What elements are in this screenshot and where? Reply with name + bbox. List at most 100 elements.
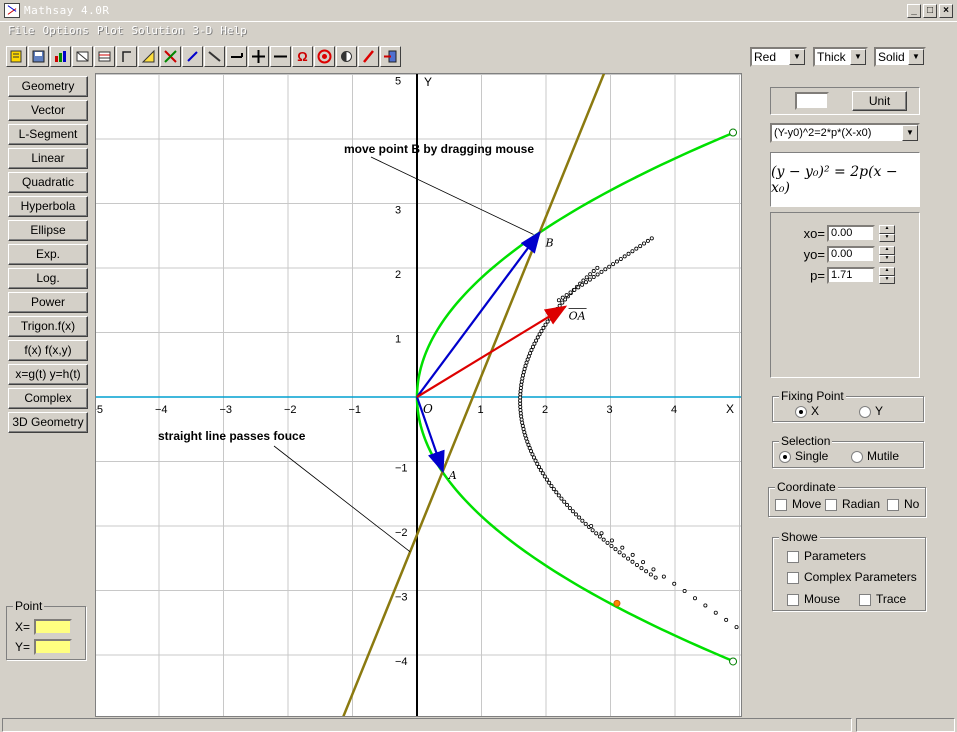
- geometry-button[interactable]: Geometry: [8, 76, 88, 97]
- minimize-button[interactable]: _: [907, 4, 921, 18]
- menu-solution[interactable]: Solution: [129, 22, 190, 40]
- plus-icon[interactable]: [248, 45, 269, 67]
- table-icon[interactable]: [94, 45, 115, 67]
- color-select-value: Red: [754, 50, 777, 64]
- plot-canvas[interactable]: −5 −4 −3 −2 −1 1 2 3 4 5 3 2 1 −1 −2 −3 −4 X Y O B A OA move po…: [95, 73, 742, 717]
- vector-oa-label: OA: [569, 310, 586, 323]
- thickness-select[interactable]: Thick ▼: [813, 47, 868, 67]
- xo-input[interactable]: 0.00: [827, 225, 875, 242]
- fx-fxy-button[interactable]: f(x) f(x,y): [8, 340, 88, 361]
- slope-icon[interactable]: [204, 45, 225, 67]
- new-file-icon[interactable]: [6, 45, 27, 67]
- log-button[interactable]: Log.: [8, 268, 88, 289]
- power-button[interactable]: Power: [8, 292, 88, 313]
- trace-point: [525, 439, 530, 444]
- move-checkbox[interactable]: Move: [775, 497, 821, 511]
- triangle-icon[interactable]: [138, 45, 159, 67]
- point-y-field[interactable]: [34, 639, 73, 655]
- mutile-radio[interactable]: Mutile: [851, 449, 899, 463]
- color-select[interactable]: Red ▼: [750, 47, 807, 67]
- parabola-end-point: [729, 657, 738, 666]
- plot-svg[interactable]: −5 −4 −3 −2 −1 1 2 3 4 5 3 2 1 −1 −2 −3 −4 X Y O B A OA move po…: [96, 74, 742, 717]
- chevron-down-icon: ▼: [850, 49, 866, 65]
- pencil-icon[interactable]: [358, 45, 379, 67]
- yo-input[interactable]: 0.00: [827, 246, 875, 263]
- checkbox-icon: [859, 593, 871, 606]
- equation-select[interactable]: (Y-y0)^2=2*p*(X-x0) ▼: [770, 123, 920, 143]
- selection-title: Selection: [779, 434, 833, 448]
- trace-point: [613, 547, 618, 552]
- function-button-panel: Geometry Vector L-Segment Linear Quadrat…: [8, 76, 88, 436]
- unit-field[interactable]: [795, 92, 829, 110]
- yo-stepper[interactable]: ▲ ▼: [879, 246, 895, 263]
- trace-checkbox[interactable]: Trace: [859, 592, 906, 606]
- exit-icon[interactable]: [380, 45, 401, 67]
- omega-icon[interactable]: Ω: [292, 45, 313, 67]
- trace-point: [545, 319, 550, 324]
- unit-button[interactable]: Unit: [852, 91, 907, 111]
- menu-options[interactable]: Options: [41, 22, 95, 40]
- fixing-point-title: Fixing Point: [779, 389, 846, 403]
- menu-plot[interactable]: Plot: [95, 22, 130, 40]
- point-x-field[interactable]: [34, 619, 73, 635]
- radian-checkbox[interactable]: Radian: [825, 497, 880, 511]
- point-group: Point X= Y=: [6, 599, 86, 660]
- trace-point: [611, 262, 616, 267]
- mouse-checkbox[interactable]: Mouse: [787, 592, 840, 606]
- x-axis-label: X: [726, 402, 734, 416]
- trace-point: [713, 610, 718, 615]
- vector-button[interactable]: Vector: [8, 100, 88, 121]
- trace-point: [518, 398, 523, 403]
- maximize-button[interactable]: □: [923, 4, 937, 18]
- complex-parameters-checkbox[interactable]: Complex Parameters: [787, 570, 917, 584]
- pen-icon[interactable]: [182, 45, 203, 67]
- single-radio[interactable]: Single: [779, 449, 828, 463]
- fix-x-radio[interactable]: X: [795, 404, 819, 418]
- trace-point: [649, 236, 654, 241]
- trigon-button[interactable]: Trigon.f(x): [8, 316, 88, 337]
- parametric-button[interactable]: x=g(t) y=h(t): [8, 364, 88, 385]
- p-input[interactable]: 1.71: [827, 267, 875, 284]
- radio-icon: [851, 450, 863, 463]
- chart-icon[interactable]: [50, 45, 71, 67]
- thickness-select-value: Thick: [817, 50, 846, 64]
- trace-point: [518, 401, 523, 406]
- target-icon[interactable]: [314, 45, 335, 67]
- trace-point: [518, 389, 523, 394]
- quadratic-button[interactable]: Quadratic: [8, 172, 88, 193]
- arrow-left-icon[interactable]: [226, 45, 247, 67]
- half-circle-icon[interactable]: [336, 45, 357, 67]
- trace-point: [587, 277, 592, 282]
- trace-point: [531, 455, 536, 460]
- parameters-checkbox[interactable]: Parameters: [787, 549, 866, 563]
- menu-help[interactable]: Help: [218, 22, 253, 40]
- close-button[interactable]: ×: [939, 4, 953, 18]
- trace-point: [588, 272, 593, 277]
- l-segment-button[interactable]: L-Segment: [8, 124, 88, 145]
- hyperbola-button[interactable]: Hyperbola: [8, 196, 88, 217]
- image-icon[interactable]: [72, 45, 93, 67]
- no-checkbox[interactable]: No: [887, 497, 919, 511]
- 3d-geometry-button[interactable]: 3D Geometry: [8, 412, 88, 433]
- window-title: Mathsay 4.0R: [24, 4, 110, 17]
- corner-icon[interactable]: [116, 45, 137, 67]
- ellipse-button[interactable]: Ellipse: [8, 220, 88, 241]
- cross-icon[interactable]: [160, 45, 181, 67]
- p-stepper[interactable]: ▲ ▼: [879, 267, 895, 284]
- trace-point: [572, 287, 577, 292]
- point-y-label: Y=: [15, 640, 31, 654]
- trace-point: [520, 376, 525, 381]
- xo-stepper[interactable]: ▲ ▼: [879, 225, 895, 242]
- trace-point: [532, 341, 537, 346]
- exp-button[interactable]: Exp.: [8, 244, 88, 265]
- minus-icon[interactable]: [270, 45, 291, 67]
- menu-file[interactable]: File: [6, 22, 41, 40]
- linear-button[interactable]: Linear: [8, 148, 88, 169]
- trace-point: [565, 502, 570, 507]
- menu-3d[interactable]: 3-D: [190, 22, 218, 40]
- fix-y-radio[interactable]: Y: [859, 404, 883, 418]
- style-select[interactable]: Solid ▼: [874, 47, 926, 67]
- complex-button[interactable]: Complex: [8, 388, 88, 409]
- save-icon[interactable]: [28, 45, 49, 67]
- trace-point: [589, 523, 594, 528]
